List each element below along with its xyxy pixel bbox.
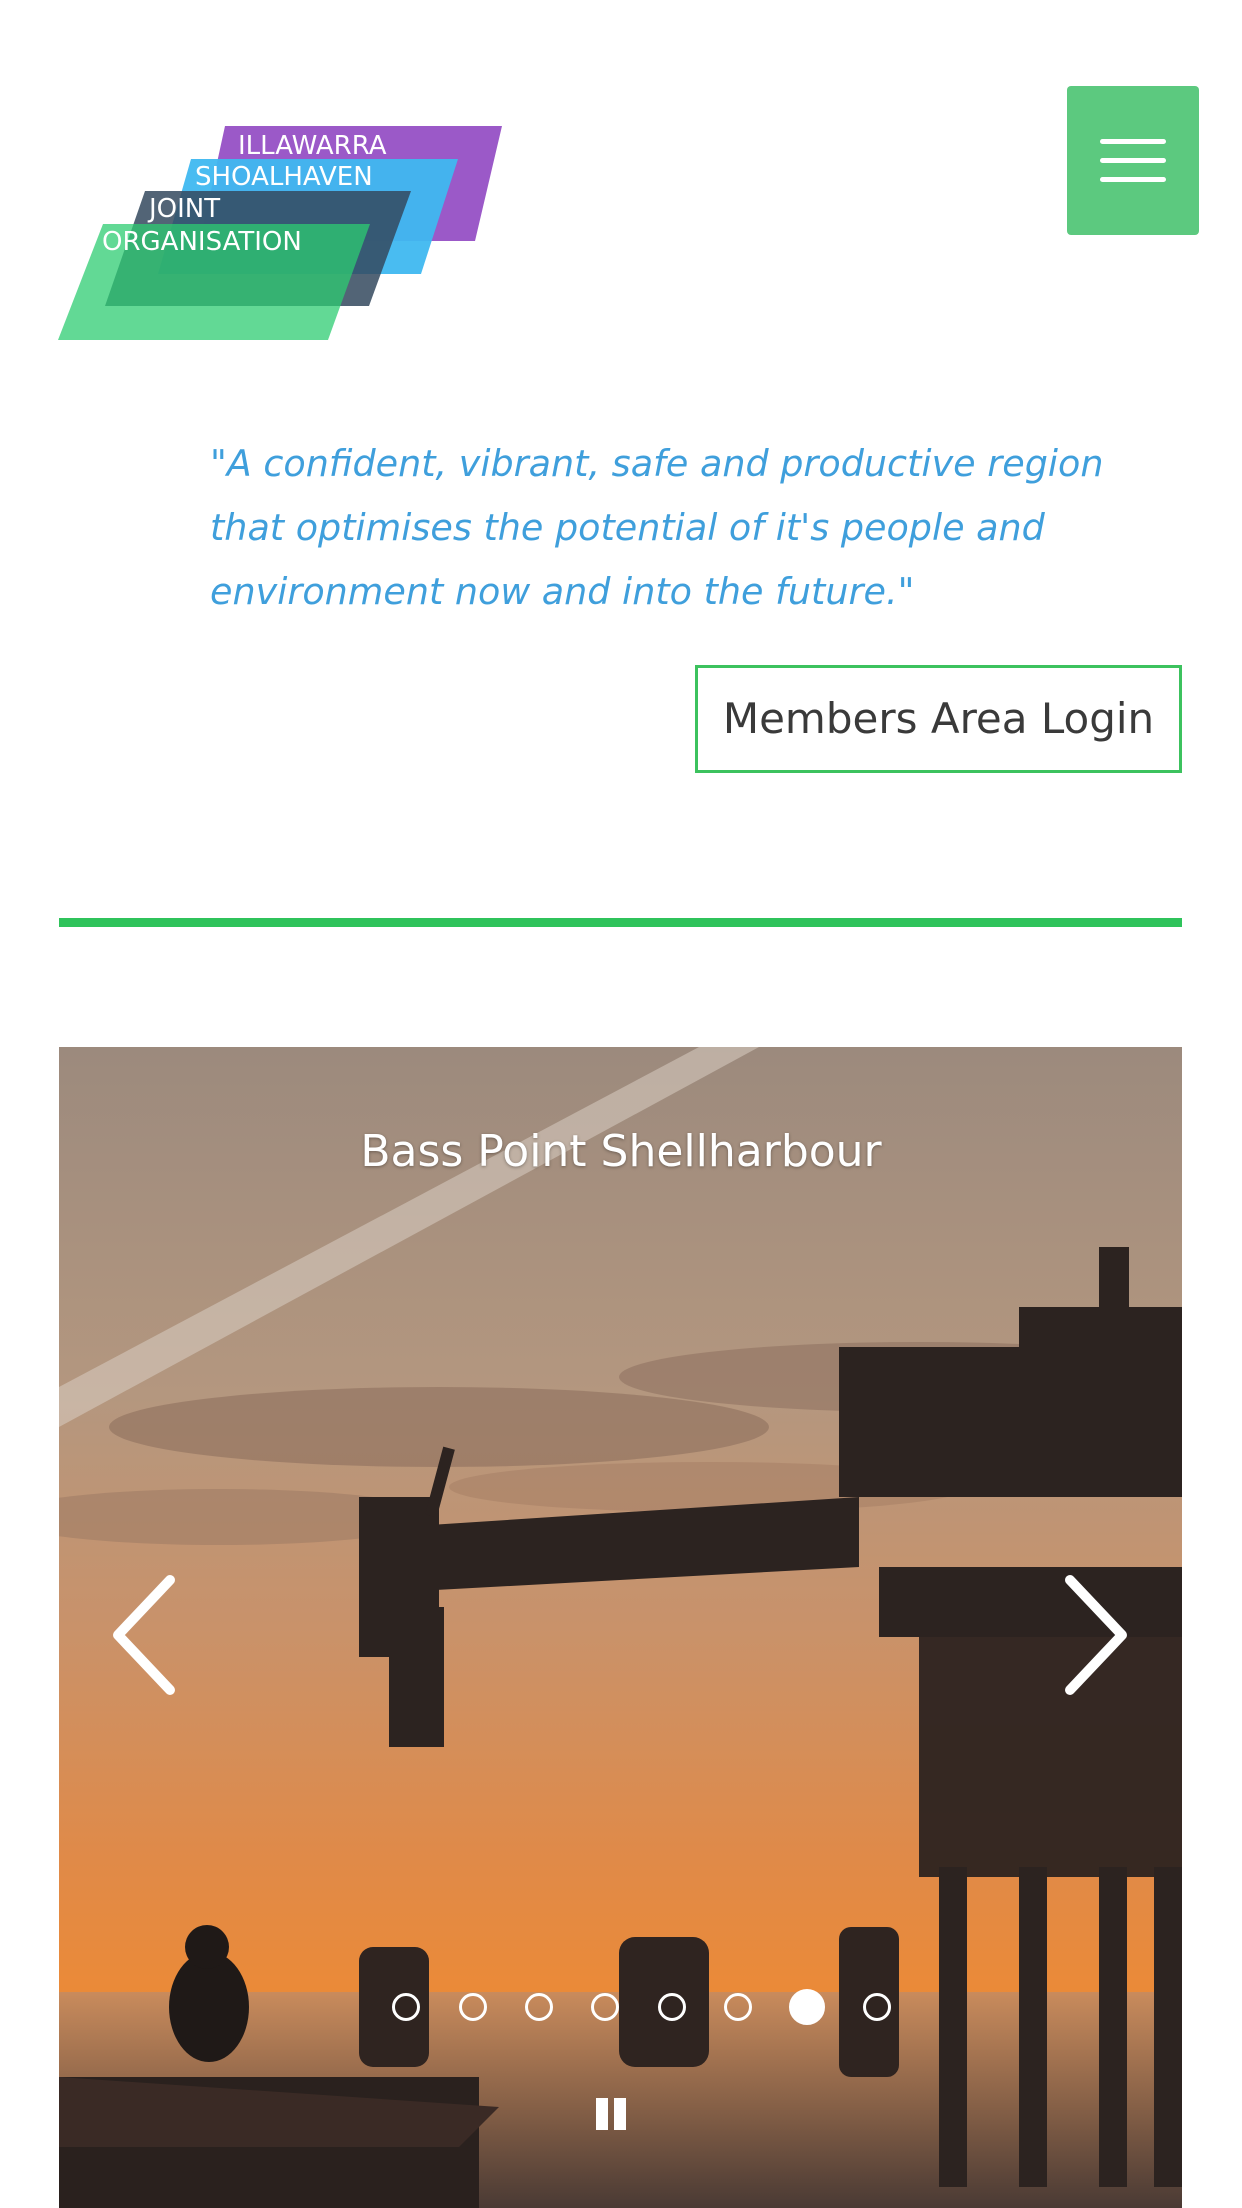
- slider-dot[interactable]: [392, 1993, 420, 2021]
- chevron-right-icon: [1065, 1575, 1127, 1695]
- page: ILLAWARRA SHOALHAVEN JOINT ORGANISATION …: [0, 0, 1242, 2208]
- image-slider: [59, 1047, 1182, 2208]
- slider-pagination: [0, 1989, 1242, 2026]
- logo-line-4: ORGANISATION: [102, 227, 302, 257]
- slider-dot[interactable]: [724, 1993, 752, 2021]
- slide-image: [59, 1047, 1182, 2208]
- slider-dot[interactable]: [525, 1993, 553, 2021]
- chevron-left-icon: [113, 1575, 175, 1695]
- tagline-quote: "A confident, vibrant, safe and producti…: [210, 442, 1104, 613]
- menu-button[interactable]: [1067, 86, 1199, 235]
- logo-line-2: SHOALHAVEN: [195, 162, 373, 192]
- slider-dot[interactable]: [658, 1993, 686, 2021]
- slider-prev-button[interactable]: [90, 1560, 200, 1710]
- slider-next-button[interactable]: [1040, 1560, 1150, 1710]
- section-divider: [59, 918, 1182, 927]
- members-login-button[interactable]: Members Area Login: [695, 665, 1182, 773]
- logo-graphic: ILLAWARRA SHOALHAVEN JOINT ORGANISATION: [58, 126, 502, 340]
- logo-line-1: ILLAWARRA: [238, 131, 387, 161]
- site-logo[interactable]: ILLAWARRA SHOALHAVEN JOINT ORGANISATION: [58, 126, 502, 340]
- slider-dot[interactable]: [591, 1993, 619, 2021]
- slider-dot[interactable]: [863, 1993, 891, 2021]
- logo-line-3: JOINT: [147, 194, 220, 224]
- slider-pause-button[interactable]: [592, 2094, 632, 2134]
- slider-dot-active[interactable]: [789, 1989, 825, 2025]
- slider-dot[interactable]: [459, 1993, 487, 2021]
